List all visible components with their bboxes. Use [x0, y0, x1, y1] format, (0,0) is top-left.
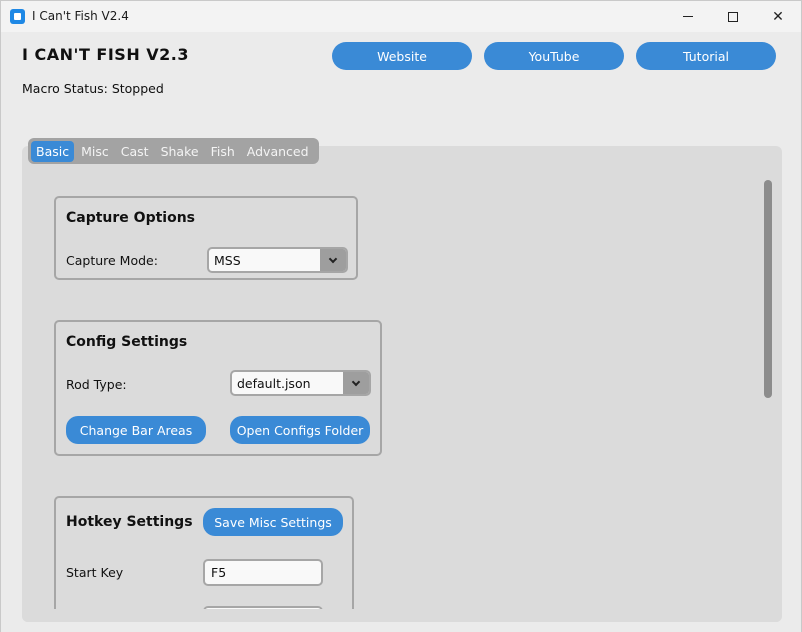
- capture-options-section: Capture Options Capture Mode: MSS: [54, 196, 358, 280]
- title-bar[interactable]: I Can't Fish V2.4 ✕: [1, 1, 801, 32]
- window-bottom-margin: [1, 622, 801, 632]
- start-key-input[interactable]: F5: [203, 559, 323, 586]
- rod-type-value: default.json: [237, 376, 311, 391]
- open-configs-folder-button[interactable]: Open Configs Folder: [230, 416, 370, 444]
- hotkey-settings-title: Hotkey Settings: [66, 514, 193, 530]
- start-key-value: F5: [211, 565, 227, 580]
- app-icon: [10, 9, 25, 24]
- minimize-icon: [683, 16, 693, 17]
- tab-basic[interactable]: Basic: [31, 140, 75, 162]
- tab-fish[interactable]: Fish: [206, 141, 240, 162]
- tab-misc[interactable]: Misc: [76, 141, 114, 162]
- tab-shake[interactable]: Shake: [156, 141, 204, 162]
- change-bar-areas-button[interactable]: Change Bar Areas: [66, 416, 206, 444]
- config-settings-title: Config Settings: [66, 334, 188, 350]
- maximize-button[interactable]: [710, 1, 756, 32]
- config-settings-section: Config Settings Rod Type: default.json C…: [54, 320, 382, 456]
- capture-mode-value: MSS: [214, 253, 241, 268]
- dropdown-button[interactable]: [343, 372, 369, 394]
- window-title: I Can't Fish V2.4: [32, 9, 129, 23]
- capture-mode-label: Capture Mode:: [66, 253, 158, 268]
- youtube-button[interactable]: YouTube: [484, 42, 624, 70]
- macro-status: Macro Status: Stopped: [22, 81, 164, 96]
- save-misc-settings-button[interactable]: Save Misc Settings: [203, 508, 343, 536]
- hotkey-settings-section: Hotkey Settings Save Misc Settings Start…: [54, 496, 354, 632]
- minimize-button[interactable]: [665, 1, 711, 32]
- capture-options-title: Capture Options: [66, 210, 196, 226]
- rod-type-label: Rod Type:: [66, 377, 127, 392]
- website-button[interactable]: Website: [332, 42, 472, 70]
- scrollbar[interactable]: [764, 180, 772, 398]
- app-window: I Can't Fish V2.4 ✕ I CAN'T FISH V2.3 Ma…: [0, 0, 802, 632]
- panel-bottom-edge: [22, 609, 782, 622]
- tab-cast[interactable]: Cast: [116, 141, 154, 162]
- chevron-down-icon: [328, 254, 338, 263]
- tab-bar: Basic Misc Cast Shake Fish Advanced: [28, 138, 319, 164]
- chevron-down-icon: [351, 377, 361, 386]
- start-key-label: Start Key: [66, 565, 124, 580]
- close-icon: ✕: [772, 8, 784, 25]
- tab-advanced[interactable]: Advanced: [242, 141, 314, 162]
- maximize-icon: [728, 11, 738, 22]
- close-button[interactable]: ✕: [755, 1, 801, 32]
- app-title: I CAN'T FISH V2.3: [22, 45, 190, 64]
- tutorial-button[interactable]: Tutorial: [636, 42, 776, 70]
- rod-type-select[interactable]: default.json: [230, 370, 371, 396]
- capture-mode-select[interactable]: MSS: [207, 247, 348, 273]
- dropdown-button[interactable]: [320, 249, 346, 271]
